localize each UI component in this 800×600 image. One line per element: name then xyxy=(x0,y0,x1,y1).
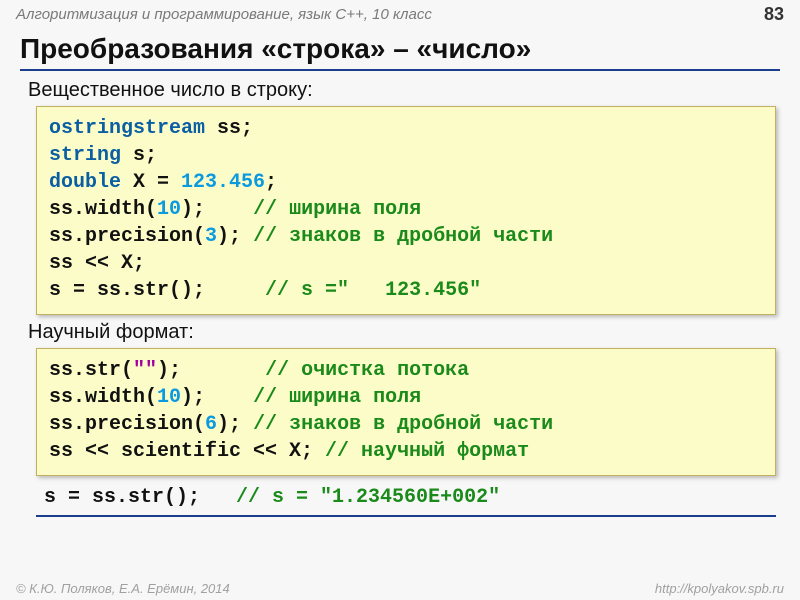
slide-footer: © К.Ю. Поляков, Е.А. Ерёмин, 2014 http:/… xyxy=(16,581,784,596)
code-token: ); xyxy=(157,359,265,382)
code-token: ostringstream xyxy=(49,117,205,140)
code-token: s; xyxy=(121,144,157,167)
code-comment: // научный формат xyxy=(325,440,529,463)
section2-heading: Научный формат: xyxy=(28,321,776,344)
code-block-1: ostringstream ss; string s; double X = 1… xyxy=(36,106,776,315)
result-line: s = ss.str(); // s = "1.234560E+002" xyxy=(36,482,776,517)
code-comment: // ширина поля xyxy=(253,386,421,409)
code-token: 123.456 xyxy=(181,171,265,194)
code-token: s = ss.str(); xyxy=(44,486,236,509)
code-token: ss; xyxy=(205,117,253,140)
code-token: ss.precision( xyxy=(49,225,205,248)
code-token: ss.width( xyxy=(49,198,157,221)
code-token: ); xyxy=(217,413,253,436)
code-token: X = xyxy=(121,171,181,194)
copyright: © К.Ю. Поляков, Е.А. Ерёмин, 2014 xyxy=(16,581,230,596)
code-token: 6 xyxy=(205,413,217,436)
slide-title: Преобразования «строка» – «число» xyxy=(20,33,780,71)
code-comment: // ширина поля xyxy=(253,198,421,221)
page-number: 83 xyxy=(764,4,784,25)
code-token: 3 xyxy=(205,225,217,248)
code-token: 10 xyxy=(157,386,181,409)
code-token: ss << scientific << X; xyxy=(49,440,325,463)
code-token: ); xyxy=(181,198,253,221)
code-comment: // s =" 123.456" xyxy=(265,279,481,302)
footer-url: http://kpolyakov.spb.ru xyxy=(655,581,784,596)
code-token: ss.str( xyxy=(49,359,133,382)
code-token: ); xyxy=(217,225,253,248)
code-token: 10 xyxy=(157,198,181,221)
code-token: s = ss.str(); xyxy=(49,279,265,302)
code-token: ; xyxy=(265,171,277,194)
code-token: "" xyxy=(133,359,157,382)
code-comment: // очистка потока xyxy=(265,359,469,382)
slide-header: Алгоритмизация и программирование, язык … xyxy=(0,0,800,27)
section1-heading: Вещественное число в строку: xyxy=(28,79,776,102)
code-comment: // s = "1.234560E+002" xyxy=(236,486,500,509)
code-token: ss.precision( xyxy=(49,413,205,436)
code-token: ); xyxy=(181,386,253,409)
code-token: ss << X; xyxy=(49,252,145,275)
code-token: ss.width( xyxy=(49,386,157,409)
code-comment: // знаков в дробной части xyxy=(253,413,553,436)
code-comment: // знаков в дробной части xyxy=(253,225,553,248)
code-block-2: ss.str(""); // очистка потока ss.width(1… xyxy=(36,348,776,476)
code-token: double xyxy=(49,171,121,194)
course-name: Алгоритмизация и программирование, язык … xyxy=(16,6,432,23)
code-token: string xyxy=(49,144,121,167)
